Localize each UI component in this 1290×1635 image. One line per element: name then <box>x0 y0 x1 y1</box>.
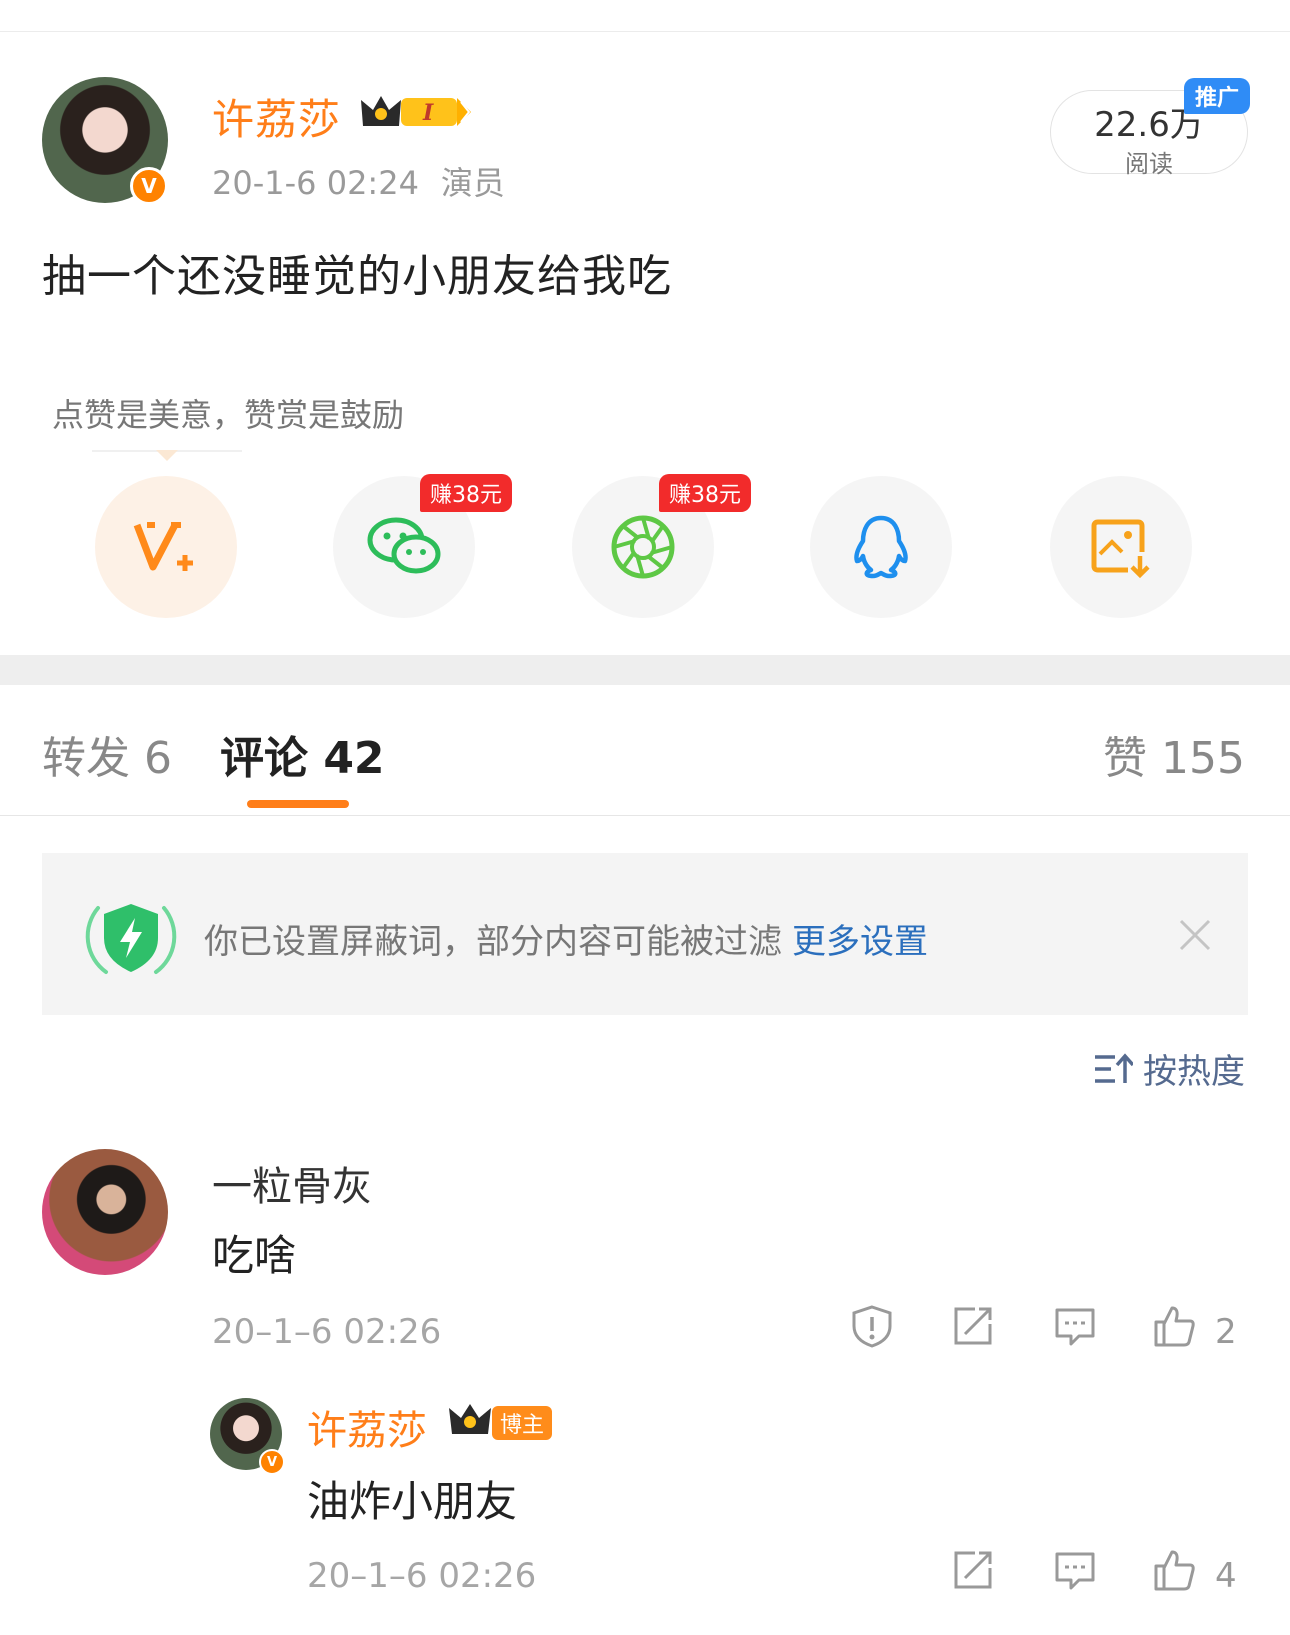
top-divider <box>0 31 1290 32</box>
more-settings-link[interactable]: 更多设置 <box>792 922 928 962</box>
tab-comments[interactable]: 评论 42 <box>220 722 385 786</box>
verified-badge-icon: V <box>130 167 168 205</box>
reply-like-count: 4 <box>1215 1556 1237 1596</box>
commenter-avatar[interactable] <box>42 1149 168 1275</box>
read-label: 阅读 <box>1125 150 1173 178</box>
moments-icon <box>611 515 675 579</box>
filter-notice-message: 你已设置屏蔽词，部分内容可能被过滤 <box>204 922 782 962</box>
hint-pointer <box>156 450 178 461</box>
sort-by-hot-button[interactable]: 按热度 <box>1093 1044 1245 1093</box>
post-time: 20-1-6 02:24 <box>212 164 419 202</box>
reply-verified-badge-icon: V <box>259 1449 285 1475</box>
crown-icon <box>449 1404 491 1434</box>
reward-hint: 点赞是美意，赞赏是鼓励 <box>52 396 405 434</box>
commenter-name[interactable]: 一粒骨灰 <box>212 1154 372 1212</box>
repost-icon[interactable] <box>951 1304 995 1348</box>
share-qq-button[interactable] <box>810 476 952 618</box>
v-plus-button[interactable] <box>95 476 237 618</box>
tab-likes[interactable]: 赞 155 <box>1103 722 1245 786</box>
reply-comment-icon[interactable] <box>1053 1304 1097 1348</box>
active-tab-indicator <box>247 800 349 808</box>
reply-time: 20–1–6 02:26 <box>307 1556 537 1596</box>
wechat-icon <box>367 517 441 574</box>
report-icon[interactable] <box>850 1304 894 1348</box>
earn-tag-moments: 赚38元 <box>659 474 751 512</box>
qq-icon <box>854 515 908 579</box>
reply-repost-icon[interactable] <box>951 1548 995 1592</box>
sort-icon <box>1095 1052 1133 1083</box>
post-meta: 20-1-6 02:24 演员 <box>212 158 505 204</box>
tabs-divider <box>0 815 1290 816</box>
v-plus-icon <box>133 522 193 571</box>
post-text: 抽一个还没睡觉的小朋友给我吃 <box>42 251 672 302</box>
comment-text: 吃啥 <box>212 1231 297 1280</box>
level-badge-text: I <box>422 100 434 126</box>
reply-comment-icon-2[interactable] <box>1053 1548 1097 1592</box>
shield-bolt-icon <box>85 904 177 974</box>
sort-label: 按热度 <box>1143 1052 1245 1092</box>
reply-author-name[interactable]: 许荔莎 <box>307 1398 427 1456</box>
author-role: 演员 <box>440 164 505 202</box>
like-count: 2 <box>1215 1312 1237 1352</box>
tab-repost[interactable]: 转发 6 <box>42 722 172 786</box>
close-icon[interactable] <box>1175 915 1215 955</box>
crown-level-badge-icon[interactable]: I <box>357 90 475 134</box>
save-image-icon <box>1091 519 1150 579</box>
section-separator <box>0 655 1290 685</box>
filter-notice-text: 你已设置屏蔽词，部分内容可能被过滤 更多设置 <box>204 914 928 963</box>
save-image-button[interactable] <box>1050 476 1192 618</box>
comment-time: 20–1–6 02:26 <box>212 1312 442 1352</box>
reply-text: 油炸小朋友 <box>307 1477 518 1526</box>
earn-tag-wechat: 赚38元 <box>420 474 512 512</box>
promote-tag[interactable]: 推广 <box>1184 78 1250 114</box>
reply-like-icon[interactable] <box>1152 1548 1196 1592</box>
author-name[interactable]: 许荔莎 <box>212 86 341 147</box>
blogger-badge: 博主 <box>492 1406 553 1440</box>
like-icon[interactable] <box>1152 1304 1196 1348</box>
